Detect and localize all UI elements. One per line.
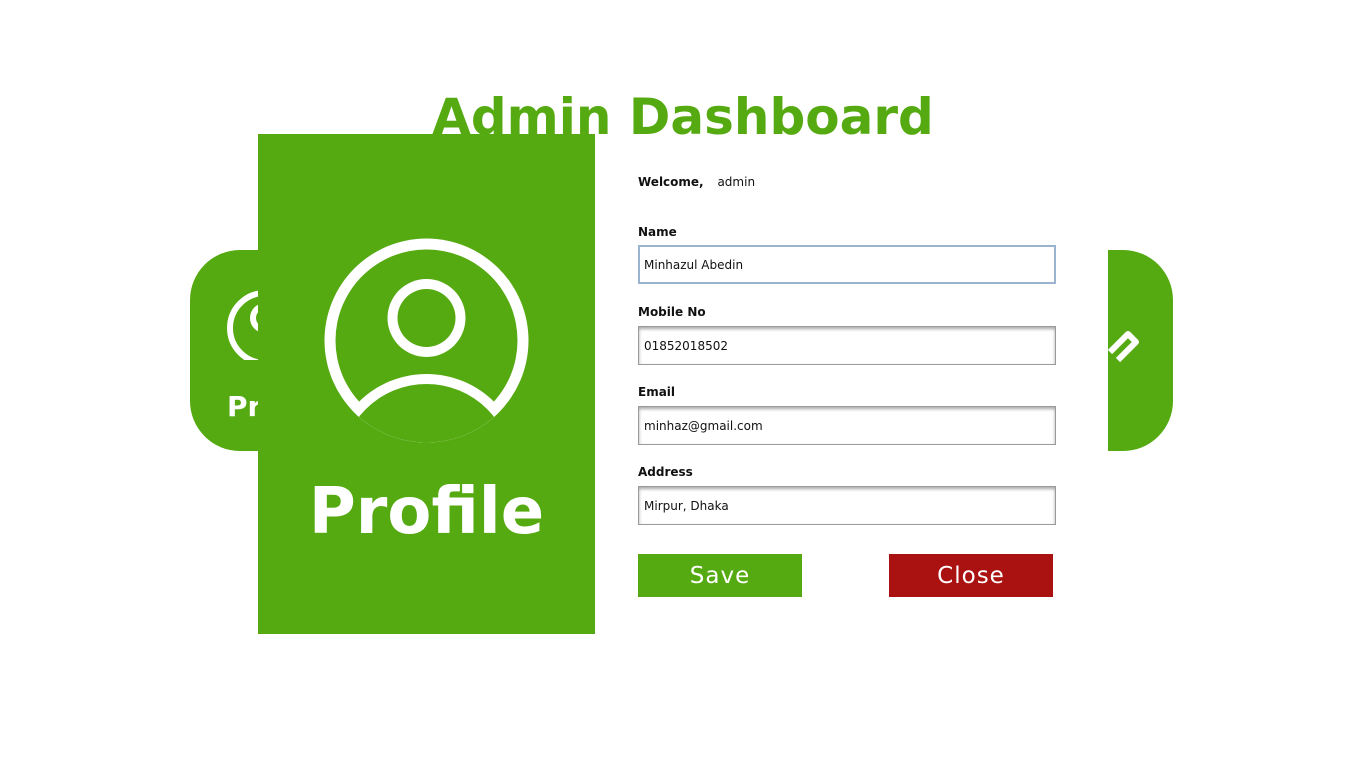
email-label: Email [638, 385, 676, 399]
profile-form: Welcome, admin Name Mobile No Email Addr… [618, 150, 1108, 630]
save-button[interactable]: Save [638, 554, 802, 597]
address-field[interactable] [638, 486, 1056, 525]
user-circle-icon [324, 238, 529, 443]
welcome-message: Welcome, admin [638, 175, 755, 189]
name-label: Name [638, 225, 677, 239]
mobile-field[interactable] [638, 326, 1056, 365]
welcome-username: admin [717, 175, 756, 189]
welcome-label: Welcome, [638, 175, 704, 189]
name-field[interactable] [638, 245, 1056, 284]
profile-label: Profile [308, 475, 545, 549]
profile-card-label: Pr [227, 390, 262, 423]
address-label: Address [638, 465, 693, 479]
email-field[interactable] [638, 406, 1056, 445]
page-title: Admin Dashboard [432, 88, 934, 146]
mobile-label: Mobile No [638, 305, 706, 319]
close-button[interactable]: Close [889, 554, 1053, 597]
profile-panel: Profile [258, 134, 595, 634]
